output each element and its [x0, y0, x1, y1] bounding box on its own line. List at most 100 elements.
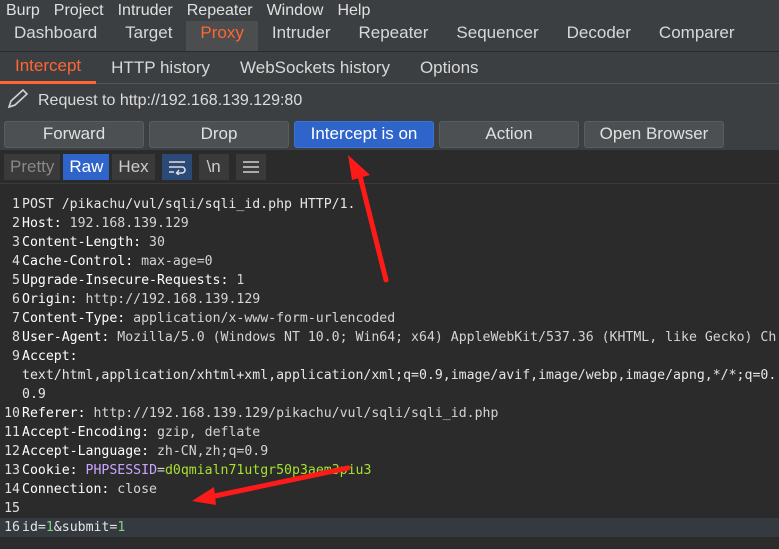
ampersand: &	[53, 520, 62, 535]
header-name: User-Agent	[22, 330, 102, 345]
request-line[interactable]: 11 Accept-Encoding: gzip, deflate	[0, 423, 779, 442]
line-content: Referer: http://192.168.139.129/pikachu/…	[22, 404, 498, 423]
colon: :	[53, 216, 62, 231]
line-number: 5	[12, 273, 20, 288]
tab-dashboard[interactable]: Dashboard	[0, 21, 111, 51]
menu-lines-icon[interactable]	[235, 153, 266, 180]
request-line[interactable]: 7 Content-Type: application/x-www-form-ur…	[0, 309, 779, 328]
tab-websockets-history[interactable]: WebSockets history	[225, 52, 405, 84]
menu-repeater[interactable]: Repeater	[187, 2, 253, 20]
header-name: Host	[22, 216, 54, 231]
request-line[interactable]: 1 POST /pikachu/vul/sqli/sqli_id.php HTTP…	[0, 195, 779, 214]
header-name: Cookie	[22, 463, 70, 478]
header-value: 1	[228, 273, 245, 288]
menu-window[interactable]: Window	[267, 2, 324, 20]
open-browser-button[interactable]: Open Browser	[584, 120, 724, 148]
header-value	[78, 463, 86, 478]
line-content: Cookie: PHPSESSID=d0qmialn71utgr50p3aem3…	[22, 461, 371, 480]
line-content: text/html,application/xhtml+xml,applicat…	[22, 368, 777, 383]
intercept-toolbar: Forward Drop Intercept is on Action Open…	[0, 118, 779, 150]
view-raw-button[interactable]: Raw	[63, 153, 110, 180]
line-content: Upgrade-Insecure-Requests: 1	[22, 271, 244, 290]
line-number	[0, 366, 22, 385]
tab-http-history[interactable]: HTTP history	[96, 52, 225, 84]
header-value: 192.168.139.129	[61, 216, 189, 231]
request-line[interactable]: 2 Host: 192.168.139.129	[0, 214, 779, 233]
param-name: id	[22, 520, 38, 535]
line-number: 9	[12, 349, 20, 364]
menu-project[interactable]: Project	[54, 2, 104, 20]
tab-repeater[interactable]: Repeater	[344, 21, 442, 51]
tab-intruder[interactable]: Intruder	[258, 21, 345, 51]
request-line[interactable]: 8 User-Agent: Mozilla/5.0 (Windows NT 10.…	[0, 328, 779, 347]
request-line[interactable]: 13 Cookie: PHPSESSID=d0qmialn71utgr50p3ae…	[0, 461, 779, 480]
line-content: Connection: close	[22, 480, 157, 499]
tab-comparer[interactable]: Comparer	[645, 21, 749, 51]
line-number	[0, 385, 22, 404]
header-name: Connection	[22, 482, 102, 497]
line-number: 4	[12, 254, 20, 269]
menu-help[interactable]: Help	[337, 2, 370, 20]
line-content: Accept-Language: zh-CN,zh;q=0.9	[22, 442, 268, 461]
request-line[interactable]: 0.9	[0, 385, 779, 404]
line-number: 10	[4, 406, 20, 421]
request-line[interactable]: 10 Referer: http://192.168.139.129/pikach…	[0, 404, 779, 423]
request-body-line[interactable]: 16 id=1&submit=1	[0, 518, 779, 537]
request-line[interactable]: 4 Cache-Control: max-age=0	[0, 252, 779, 271]
request-line[interactable]: text/html,application/xhtml+xml,applicat…	[0, 366, 779, 385]
line-number: 7	[12, 311, 20, 326]
colon: :	[141, 425, 150, 440]
menu-intruder[interactable]: Intruder	[118, 2, 173, 20]
colon: :	[69, 292, 78, 307]
header-value: max-age=0	[133, 254, 213, 269]
cookie-name: PHPSESSID	[85, 463, 158, 478]
line-number: 8	[12, 330, 20, 345]
line-number: 2	[12, 216, 20, 231]
header-value: Mozilla/5.0 (Windows NT 10.0; Win64; x64…	[109, 330, 777, 345]
forward-button[interactable]: Forward	[4, 120, 144, 148]
request-line[interactable]: 6 Origin: http://192.168.139.129	[0, 290, 779, 309]
tab-decoder[interactable]: Decoder	[553, 21, 645, 51]
main-tabs: Dashboard Target Proxy Intruder Repeater…	[0, 21, 779, 52]
header-name: Accept-Language	[22, 444, 142, 459]
view-hex-button[interactable]: Hex	[112, 153, 155, 180]
request-line[interactable]: 5 Upgrade-Insecure-Requests: 1	[0, 271, 779, 290]
header-name: Content-Length	[22, 235, 134, 250]
line-content: id=1&submit=1	[22, 518, 125, 537]
line-content: Origin: http://192.168.139.129	[22, 290, 260, 309]
tab-target[interactable]: Target	[111, 21, 186, 51]
header-value: 30	[141, 235, 165, 250]
line-number: 16	[4, 520, 20, 535]
param-value: 1	[117, 520, 126, 535]
param-name: submit	[61, 520, 110, 535]
line-content: POST /pikachu/vul/sqli/sqli_id.php HTTP/…	[22, 197, 356, 212]
request-line[interactable]: 9 Accept:	[0, 347, 779, 366]
line-content: User-Agent: Mozilla/5.0 (Windows NT 10.0…	[22, 328, 776, 347]
request-target-label: Request to http://192.168.139.129:80	[38, 92, 303, 109]
tab-options[interactable]: Options	[405, 52, 494, 84]
header-value: application/x-www-form-urlencoded	[125, 311, 396, 326]
request-line[interactable]: 14 Connection: close	[0, 480, 779, 499]
line-number: 1	[12, 197, 20, 212]
show-newlines-button[interactable]: \n	[198, 153, 229, 180]
line-content: Host: 192.168.139.129	[22, 214, 189, 233]
header-value: http://192.168.139.129	[77, 292, 261, 307]
cookie-value: d0qmialn71utgr50p3aem3piu3	[164, 463, 372, 478]
header-value: gzip, deflate	[149, 425, 261, 440]
request-line[interactable]: 15	[0, 499, 779, 518]
tab-proxy[interactable]: Proxy	[186, 21, 258, 51]
header-value: zh-CN,zh;q=0.9	[149, 444, 269, 459]
request-line[interactable]: 3 Content-Length: 30	[0, 233, 779, 252]
header-value: http://192.168.139.129/pikachu/vul/sqli/…	[85, 406, 499, 421]
action-button[interactable]: Action	[439, 120, 579, 148]
tab-intercept[interactable]: Intercept	[0, 52, 97, 84]
wrap-lines-icon[interactable]	[161, 153, 192, 180]
drop-button[interactable]: Drop	[149, 120, 289, 148]
view-pretty-button[interactable]: Pretty	[4, 153, 61, 180]
menu-burp[interactable]: Burp	[6, 2, 40, 20]
request-editor[interactable]: 1 POST /pikachu/vul/sqli/sqli_id.php HTTP…	[0, 195, 779, 549]
intercept-toggle-button[interactable]: Intercept is on	[294, 120, 434, 148]
tab-sequencer[interactable]: Sequencer	[442, 21, 552, 51]
request-line[interactable]: 12 Accept-Language: zh-CN,zh;q=0.9	[0, 442, 779, 461]
line-content: Content-Length: 30	[22, 233, 165, 252]
